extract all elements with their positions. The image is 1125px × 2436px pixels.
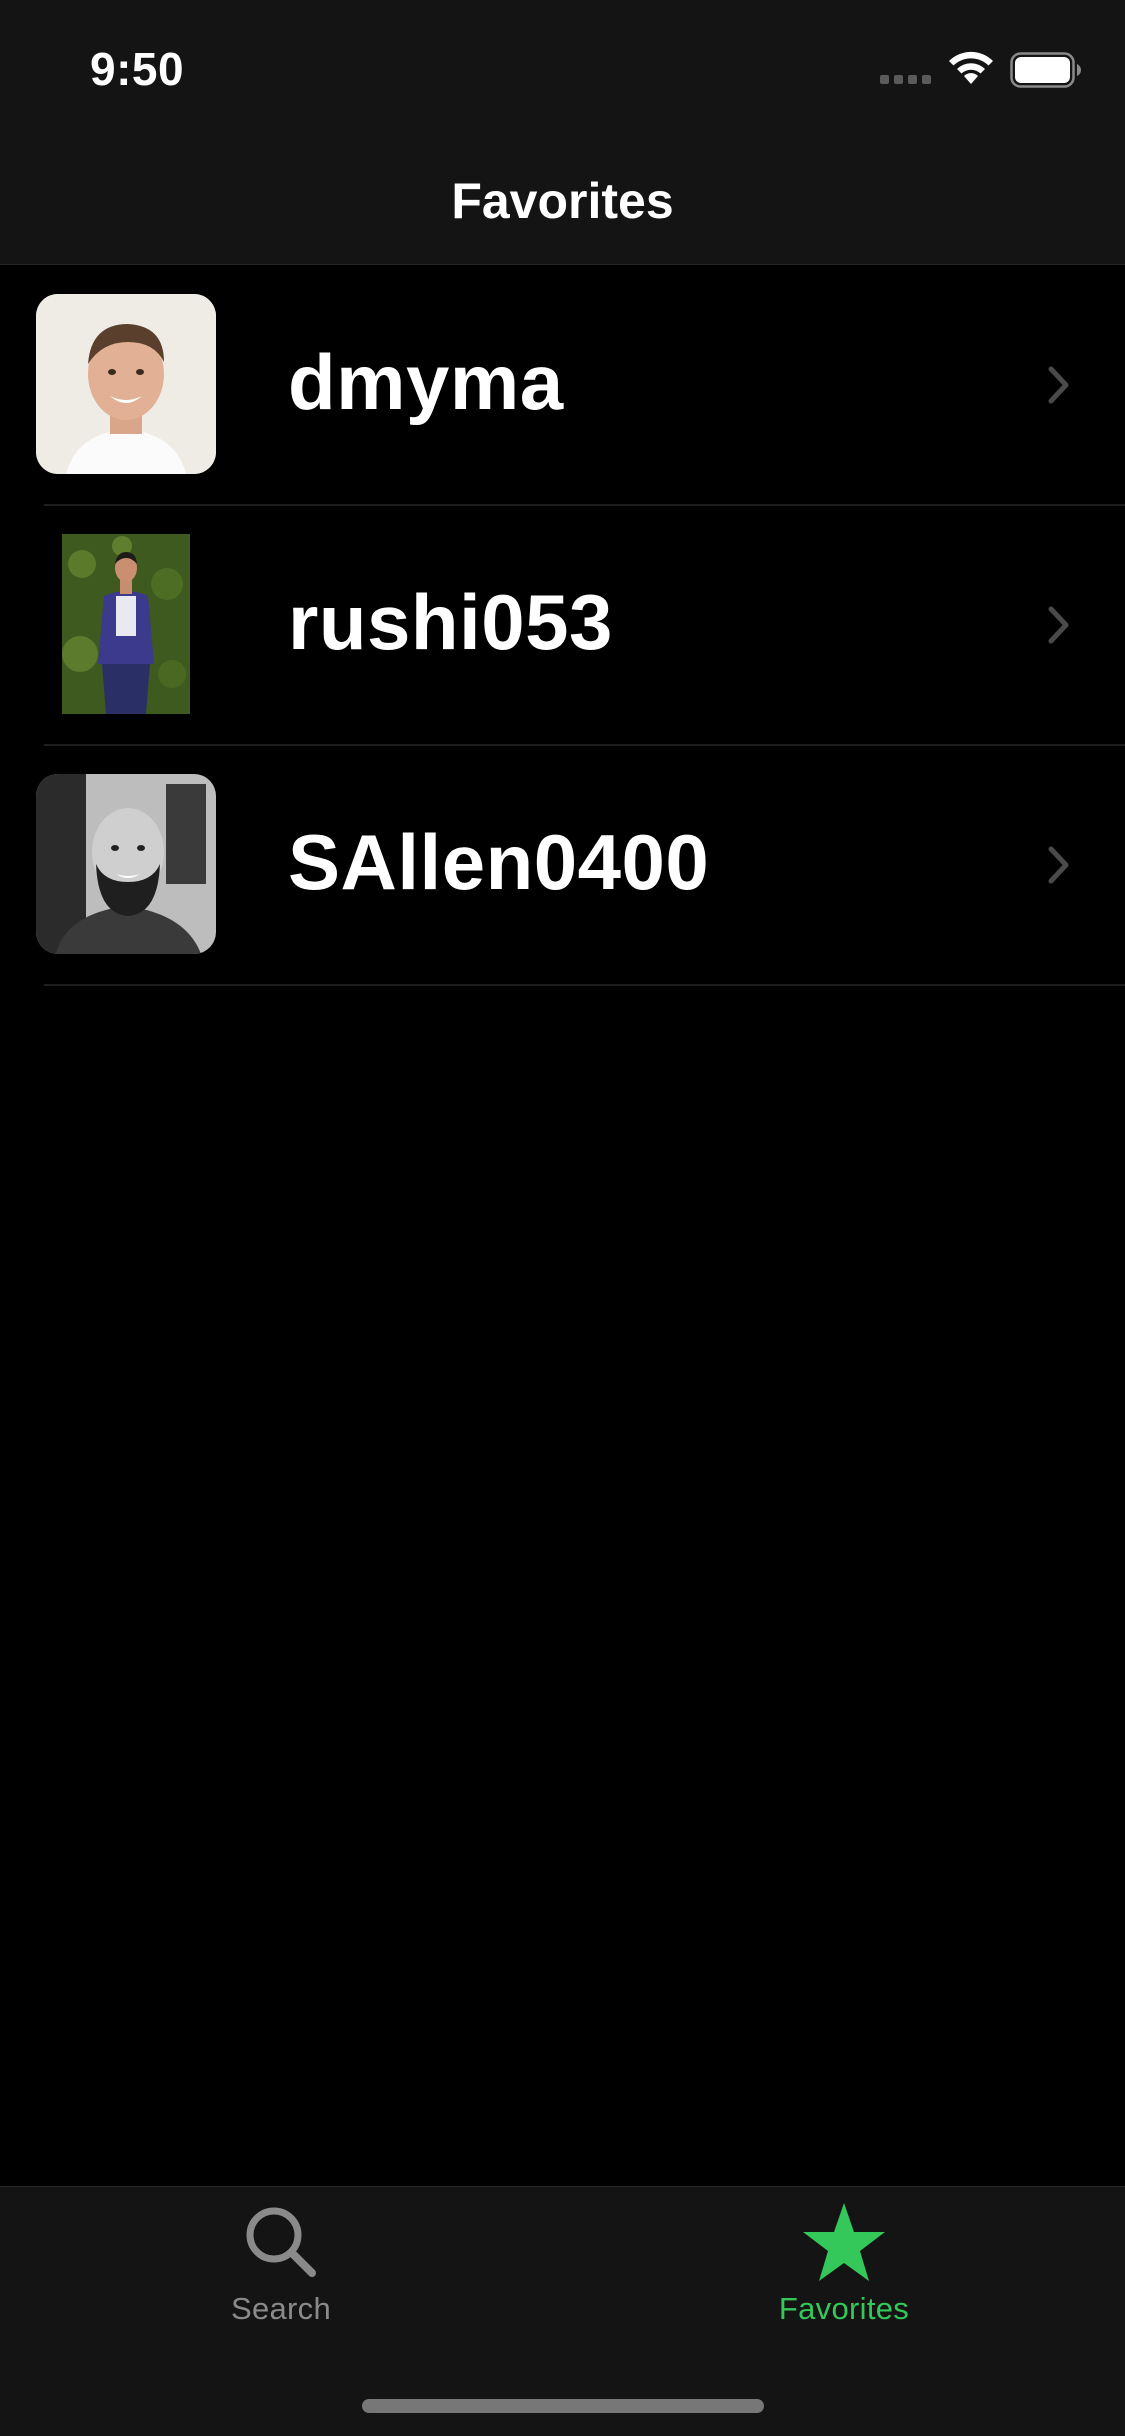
- page-title: Favorites: [451, 173, 674, 229]
- navigation-bar: Favorites: [0, 132, 1125, 265]
- top-bar: 9:50 Favorites: [0, 0, 1125, 265]
- status-time: 9:50: [90, 43, 185, 95]
- star-icon: [803, 2203, 885, 2281]
- chevron-right-icon: [1048, 366, 1069, 404]
- chevron-right-icon: [1048, 846, 1069, 884]
- cellular-signal-icon: [880, 75, 934, 85]
- screen: 9:50 Favorites dmyma rushi053 SAllen0400…: [0, 0, 1125, 2436]
- tab-bar: Search Favorites: [0, 2186, 1125, 2436]
- username-label: dmyma: [288, 338, 564, 426]
- tab-favorites[interactable]: Favorites: [694, 2201, 994, 2341]
- favorites-list[interactable]: dmyma rushi053 SAllen0400: [0, 266, 1125, 986]
- favorite-row[interactable]: rushi053: [0, 506, 1125, 746]
- row-separator: [44, 984, 1125, 986]
- favorite-row[interactable]: SAllen0400: [0, 746, 1125, 986]
- avatar-photo: [62, 534, 190, 714]
- avatar-photo: [36, 774, 216, 954]
- avatar-photo: [36, 294, 216, 474]
- tab-label: Search: [230, 2291, 332, 2326]
- username-label: rushi053: [288, 578, 613, 666]
- avatar: [36, 774, 216, 954]
- chevron-right-icon: [1048, 606, 1069, 644]
- search-icon: [246, 2207, 316, 2277]
- favorite-row[interactable]: dmyma: [0, 266, 1125, 506]
- tab-label: Favorites: [778, 2291, 910, 2326]
- home-indicator[interactable]: [362, 2399, 764, 2413]
- wifi-icon: [949, 51, 993, 84]
- username-label: SAllen0400: [288, 818, 710, 906]
- avatar: [36, 294, 216, 474]
- status-bar: 9:50: [0, 0, 1125, 132]
- battery-icon: [1010, 52, 1081, 88]
- avatar: [62, 534, 190, 714]
- tab-search[interactable]: Search: [131, 2201, 431, 2341]
